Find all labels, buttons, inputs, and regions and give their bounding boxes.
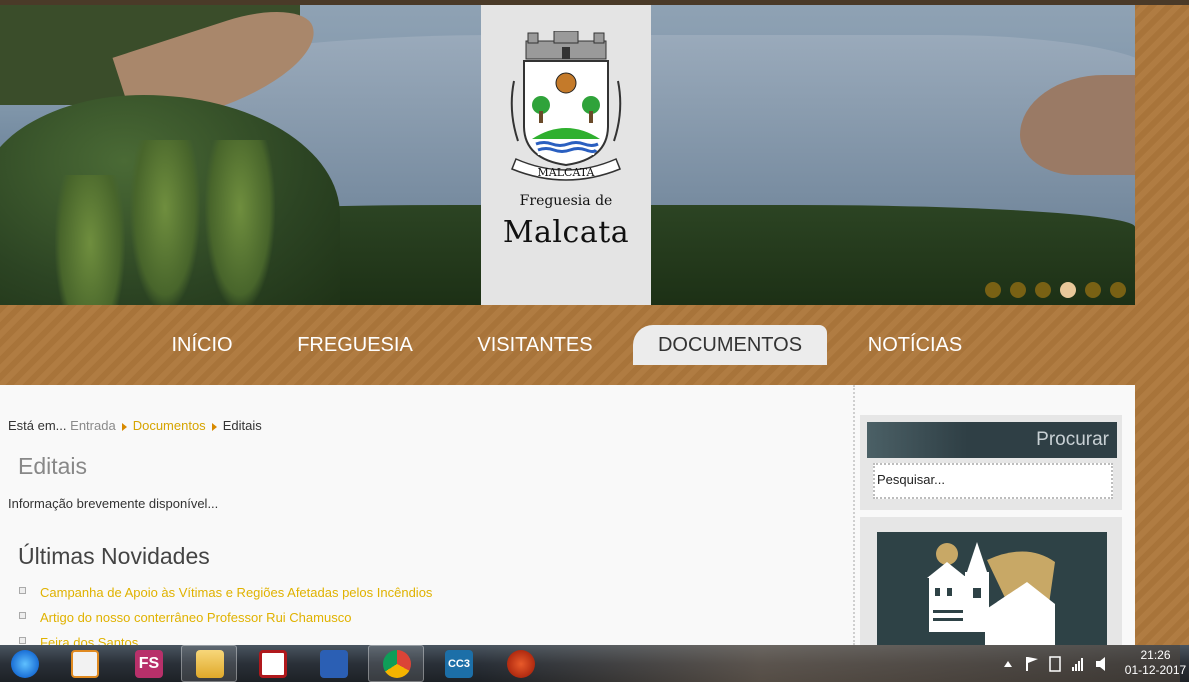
cc3-icon: CC3 (445, 650, 473, 678)
media-player-icon (71, 650, 99, 678)
tray-icons (1004, 656, 1105, 672)
nav-item-documentos[interactable]: DOCUMENTOS (633, 325, 827, 365)
hero-pine (205, 140, 275, 305)
taskbar-ccleaner[interactable] (492, 645, 548, 682)
search-widget: Procurar Pesquisar... (860, 415, 1122, 510)
taskbar-cc3[interactable]: CC3 (430, 645, 486, 682)
file-explorer-icon (196, 650, 224, 678)
brand-name: Malcata (502, 215, 630, 250)
taskbar-fs[interactable]: FS (120, 645, 176, 682)
nav-item-noticias[interactable]: NOTÍCIAS (855, 325, 975, 365)
svg-text:MALCATA: MALCATA (538, 166, 596, 179)
nav-item-freguesia[interactable]: FREGUESIA (285, 325, 425, 365)
bullet-icon (19, 587, 26, 594)
taskbar-acrobat[interactable] (244, 645, 300, 682)
ie-icon (11, 650, 39, 678)
main-column: Está em... Entrada Documentos Editais Edit… (0, 385, 855, 650)
slider-dot[interactable] (985, 282, 1001, 298)
news-item[interactable]: Artigo do nosso conterrâneo Professor Ru… (18, 610, 432, 635)
bullet-icon (19, 612, 26, 619)
breadcrumb-documentos[interactable]: Documentos (133, 418, 206, 433)
slider-dot[interactable] (1010, 282, 1026, 298)
sidebar-banner-image[interactable] (877, 532, 1107, 647)
taskbar-chrome[interactable] (368, 645, 424, 682)
page-title: Editais (18, 453, 88, 479)
sidebar: Procurar Pesquisar... (858, 413, 1124, 647)
device-icon (1049, 656, 1061, 672)
breadcrumb-caret-icon (121, 422, 127, 431)
flag-icon (1026, 657, 1028, 671)
show-hidden-icon (1004, 661, 1012, 667)
hero-pine (130, 140, 200, 305)
word-icon (320, 650, 348, 678)
taskbar: FS CC3 21:26 01-12-2017 (0, 645, 1189, 682)
info-text: Informação brevemente disponível... (8, 496, 219, 511)
breadcrumb-caret-icon (211, 422, 217, 431)
news-section-title: Últimas Novidades (18, 543, 210, 569)
bullet-icon (19, 637, 26, 644)
start-button[interactable] (0, 645, 54, 682)
chrome-icon (383, 650, 411, 678)
taskbar-media-player[interactable] (56, 645, 112, 682)
breadcrumb-current: Editais (222, 418, 262, 433)
acrobat-icon (259, 650, 287, 678)
nav-item-inicio[interactable]: INÍCIO (160, 325, 244, 365)
slider-dot[interactable] (1110, 282, 1126, 298)
fs-icon: FS (135, 650, 163, 678)
slider-dot[interactable] (1035, 282, 1051, 298)
network-icon (1072, 667, 1074, 671)
clock-time: 21:26 (1140, 648, 1171, 662)
taskbar-file-explorer[interactable] (181, 645, 237, 682)
breadcrumb-prefix: Está em... (8, 418, 67, 433)
coat-of-arms-icon: MALCATA (510, 31, 622, 181)
search-title: Procurar (867, 422, 1117, 458)
breadcrumb-home[interactable]: Entrada (70, 418, 116, 433)
ccleaner-icon (507, 650, 535, 678)
news-item[interactable]: Campanha de Apoio às Vítimas e Regiões A… (18, 585, 432, 610)
main-nav: INÍCIO FREGUESIA VISITANTES DOCUMENTOS N… (0, 305, 1135, 385)
hero-pine (55, 175, 125, 305)
search-input[interactable]: Pesquisar... (873, 463, 1113, 499)
site-logo[interactable]: MALCATA Freguesia de Malcata (481, 5, 651, 305)
volume-icon (1096, 657, 1105, 671)
clock-date: 01-12-2017 (1124, 663, 1187, 677)
slider-dots (985, 282, 1126, 298)
taskbar-word[interactable] (305, 645, 361, 682)
news-item-link[interactable]: Campanha de Apoio às Vítimas e Regiões A… (40, 585, 432, 600)
breadcrumb: Está em... Entrada Documentos Editais (8, 418, 262, 433)
nav-item-visitantes[interactable]: VISITANTES (465, 325, 605, 365)
brand-subtitle: Freguesia de (519, 193, 613, 209)
slider-dot-active[interactable] (1060, 282, 1076, 298)
sidebar-banner (860, 517, 1122, 647)
system-clock[interactable]: 21:26 01-12-2017 (1122, 648, 1189, 678)
village-logo-icon (927, 542, 1055, 647)
news-item-link[interactable]: Artigo do nosso conterrâneo Professor Ru… (40, 610, 351, 625)
slider-dot[interactable] (1085, 282, 1101, 298)
content-area: Está em... Entrada Documentos Editais Edit… (0, 385, 1135, 650)
